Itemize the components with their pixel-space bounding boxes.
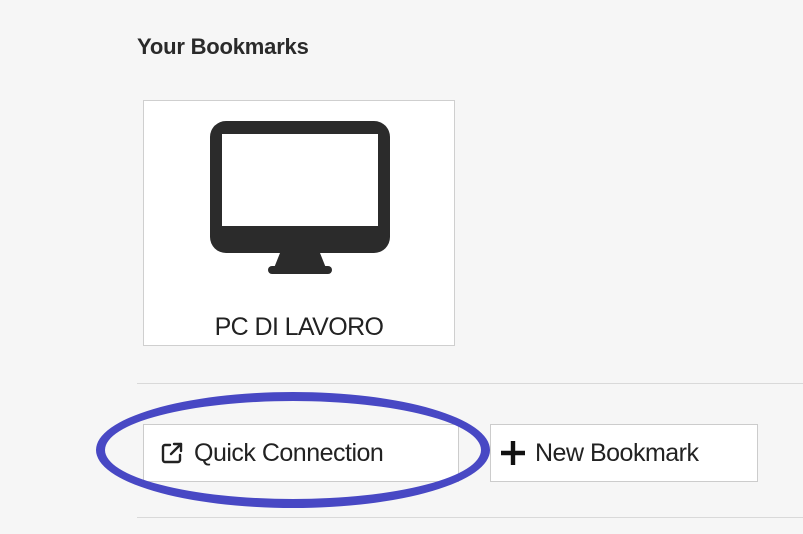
divider — [137, 383, 803, 384]
bookmark-tile-pc-di-lavoro[interactable]: PC DI LAVORO — [143, 100, 455, 346]
external-link-icon — [160, 441, 184, 465]
divider — [137, 517, 803, 518]
bookmark-label: PC DI LAVORO — [214, 313, 384, 341]
new-bookmark-label: New Bookmark — [535, 438, 699, 467]
bookmarks-panel: Your Bookmarks PC DI LAVORO Quick Connec… — [0, 0, 803, 534]
new-bookmark-button[interactable]: New Bookmark — [490, 424, 758, 482]
plus-icon — [501, 441, 525, 465]
section-title: Your Bookmarks — [137, 34, 309, 59]
quick-connection-label: Quick Connection — [194, 438, 384, 467]
monitor-icon — [210, 121, 390, 274]
quick-connection-button[interactable]: Quick Connection — [143, 424, 459, 482]
